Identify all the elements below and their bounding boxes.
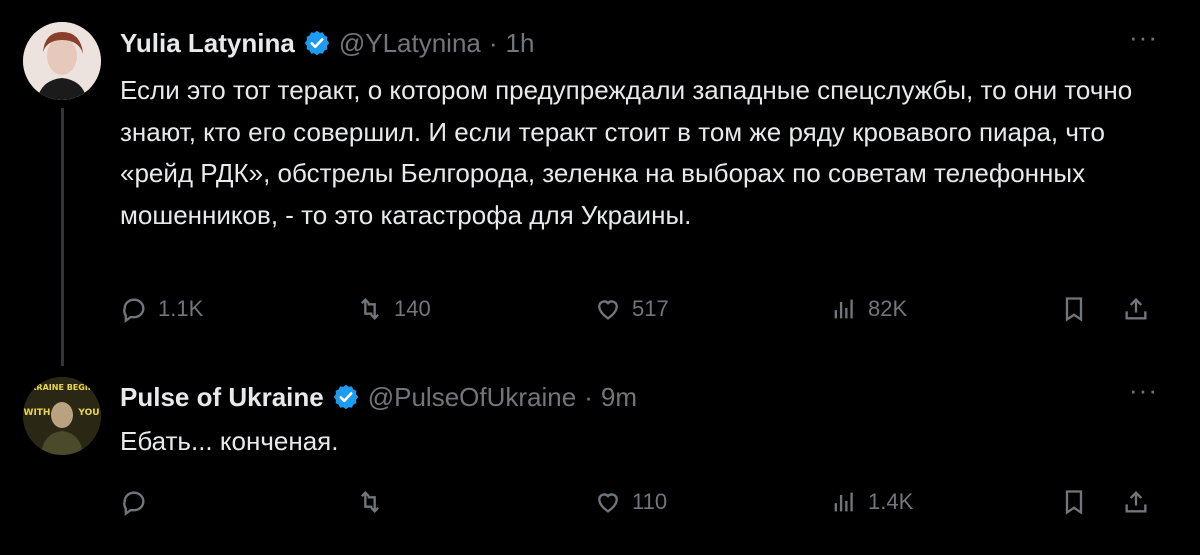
thread-line: [61, 108, 64, 366]
more-icon[interactable]: ···: [1129, 22, 1158, 53]
bookmark-icon: [1065, 490, 1083, 515]
reply-button[interactable]: [120, 485, 148, 519]
tweet-yulia-latynina[interactable]: Yulia Latynina @YLatynina · 1h ··· Если …: [0, 0, 1200, 366]
like-button[interactable]: 517: [594, 292, 669, 326]
verified-badge-icon: [304, 30, 330, 56]
share-button[interactable]: [1122, 485, 1150, 519]
bookmark-button[interactable]: [1060, 485, 1088, 519]
verified-badge-icon: [333, 384, 358, 410]
share-icon: [1125, 491, 1147, 513]
avatar-yulia-latynina[interactable]: [23, 22, 101, 100]
reply-button[interactable]: 1.1K: [120, 292, 203, 326]
separator-dot: ·: [488, 27, 498, 58]
like-button[interactable]: 110: [594, 485, 667, 519]
author-handle[interactable]: @PulseOfUkraine: [368, 382, 576, 413]
avatar-text-top: UKRAINE BEGINS: [24, 383, 101, 392]
tweet-time[interactable]: 9m: [601, 382, 637, 413]
views-icon: [834, 299, 853, 319]
avatar-pulse-of-ukraine[interactable]: UKRAINE BEGINS WITH YOU: [23, 377, 101, 455]
share-icon: [1125, 298, 1147, 320]
separator-dot: ·: [584, 381, 593, 412]
view-count: 1.4K: [868, 489, 914, 514]
like-count: 110: [632, 489, 668, 514]
tweet-actions: 110 1.4K: [120, 485, 1160, 519]
tweet-time[interactable]: 1h: [506, 28, 535, 59]
more-icon[interactable]: ···: [1129, 375, 1158, 406]
tweet-header: Pulse of Ukraine @PulseOfUkraine · 9m: [120, 380, 637, 414]
heart-icon: [598, 493, 618, 513]
author-name[interactable]: Pulse of Ukraine: [120, 382, 324, 413]
heart-icon: [598, 300, 618, 320]
bookmark-button[interactable]: [1060, 292, 1088, 326]
author-name[interactable]: Yulia Latynina: [120, 28, 295, 59]
retweet-count: 140: [394, 296, 431, 321]
retweet-icon: [361, 491, 379, 513]
avatar-image: [23, 22, 101, 100]
bookmark-icon: [1065, 297, 1083, 322]
tweet-pulse-of-ukraine[interactable]: UKRAINE BEGINS WITH YOU Pulse of Ukraine…: [0, 355, 1200, 555]
views-button[interactable]: 82K: [830, 292, 907, 326]
views-icon: [834, 492, 853, 512]
tweet-text: Ебать... конченая.: [120, 426, 339, 456]
views-button[interactable]: 1.4K: [830, 485, 913, 519]
like-count: 517: [632, 296, 669, 321]
share-button[interactable]: [1122, 292, 1150, 326]
retweet-button[interactable]: [356, 485, 384, 519]
tweet-header: Yulia Latynina @YLatynina · 1h: [120, 26, 534, 60]
view-count: 82K: [868, 296, 908, 321]
reply-icon: [123, 491, 145, 516]
tweet-text: Если это тот теракт, о котором предупреж…: [120, 75, 1133, 230]
avatar-image: UKRAINE BEGINS WITH YOU: [23, 377, 101, 455]
retweet-icon: [361, 298, 379, 320]
reply-count: 1.1K: [158, 296, 204, 321]
retweet-button[interactable]: 140: [356, 292, 431, 326]
reply-icon: [123, 298, 145, 323]
author-handle[interactable]: @YLatynina: [339, 28, 481, 59]
tweet-actions: 1.1K 140 517 82K: [120, 292, 1160, 326]
avatar-text-left: WITH: [24, 408, 51, 418]
avatar-text-right: YOU: [77, 408, 99, 418]
